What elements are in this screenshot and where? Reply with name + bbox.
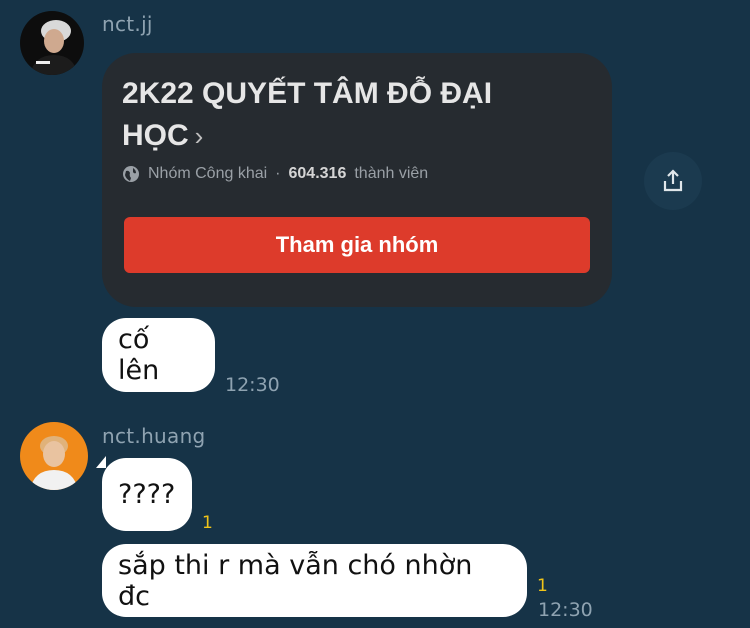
member-count: 604.316 [288,165,347,182]
group-share-card[interactable]: 2K22 QUYẾT TÂM ĐỖ ĐẠI HỌC › Nhóm Công kha… [102,53,612,307]
share-icon [663,169,683,192]
meta-separator: · [275,165,281,182]
message-time: 12:30 [538,599,593,621]
message-bubble[interactable]: sắp thi r mà vẫn chó nhờn đc [102,544,527,617]
message-time: 12:30 [225,374,280,396]
bubble-tail [96,456,106,468]
globe-icon [123,166,139,182]
message-bubble[interactable]: ???? [102,458,192,531]
member-label: thành viên [354,165,429,182]
avatar-image [20,422,88,490]
message-bubble[interactable]: cố lên [102,318,215,392]
group-title-text: 2K22 QUYẾT TÂM ĐỖ ĐẠI HỌC [122,77,493,152]
read-count: 1 [202,513,213,533]
read-count: 1 [537,576,548,596]
share-button[interactable] [644,152,702,210]
avatar-nct-huang[interactable] [20,422,88,490]
chevron-right-icon: › [194,121,204,151]
avatar-image [20,11,84,75]
sender-name[interactable]: nct.huang [102,424,206,448]
group-title[interactable]: 2K22 QUYẾT TÂM ĐỖ ĐẠI HỌC › [122,73,562,157]
join-group-button[interactable]: Tham gia nhóm [124,217,590,273]
group-meta: Nhóm Công khai · 604.316 thành viên [122,165,428,183]
sender-name[interactable]: nct.jj [102,12,153,36]
group-privacy: Nhóm Công khai [148,165,268,182]
avatar-nct-jj[interactable] [20,11,84,75]
